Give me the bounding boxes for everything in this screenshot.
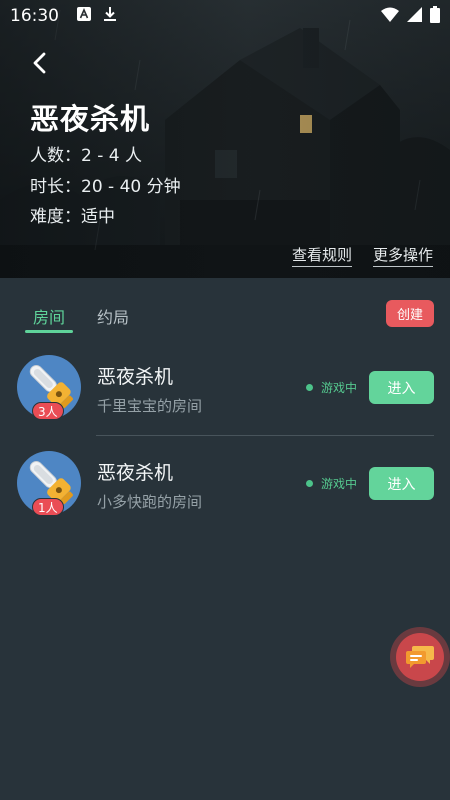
player-count-badge: 3人: [32, 402, 64, 420]
difficulty-info: 难度：适中: [30, 207, 115, 227]
chevron-left-icon: [33, 52, 46, 74]
active-tab-indicator: [25, 330, 73, 333]
translate-app-icon: [77, 6, 91, 26]
room-list-item[interactable]: 3人 恶夜杀机 千里宝宝的房间 游戏中 进入: [0, 340, 450, 436]
back-button[interactable]: [22, 46, 56, 80]
more-actions-link[interactable]: 更多操作: [373, 244, 434, 267]
battery-icon: [430, 6, 440, 28]
game-hero-banner: [0, 0, 450, 278]
status-dot: [306, 480, 313, 487]
floating-chat-button[interactable]: [390, 627, 450, 687]
room-owner: 小多快跑的房间: [97, 493, 203, 511]
room-name: 恶夜杀机: [97, 462, 174, 484]
status-bar: 16:30: [0, 0, 450, 32]
wifi-icon: [381, 7, 399, 27]
room-tabs: 房间 约局 创建: [0, 300, 450, 336]
room-status: 游戏中: [321, 381, 358, 395]
room-owner: 千里宝宝的房间: [97, 397, 203, 415]
game-title: 恶夜杀机: [30, 102, 151, 136]
download-icon: [103, 6, 117, 27]
tab-rooms[interactable]: 房间: [33, 304, 65, 328]
join-room-button[interactable]: 进入: [369, 467, 434, 500]
player-count-badge: 1人: [32, 498, 64, 516]
room-name: 恶夜杀机: [97, 366, 174, 388]
signal-icon: [407, 7, 422, 27]
status-time: 16:30: [10, 6, 59, 26]
chat-bubbles-icon: [406, 646, 434, 668]
tab-appointments[interactable]: 约局: [97, 304, 129, 328]
duration-info: 时长：20 - 40 分钟: [30, 177, 181, 197]
create-room-button[interactable]: 创建: [386, 300, 434, 327]
view-rules-link[interactable]: 查看规则: [292, 244, 353, 267]
status-dot: [306, 384, 313, 391]
room-list-item[interactable]: 1人 恶夜杀机 小多快跑的房间 游戏中 进入: [0, 436, 450, 532]
join-room-button[interactable]: 进入: [369, 371, 434, 404]
room-status: 游戏中: [321, 477, 358, 491]
player-count-info: 人数：2 - 4 人: [30, 146, 142, 166]
